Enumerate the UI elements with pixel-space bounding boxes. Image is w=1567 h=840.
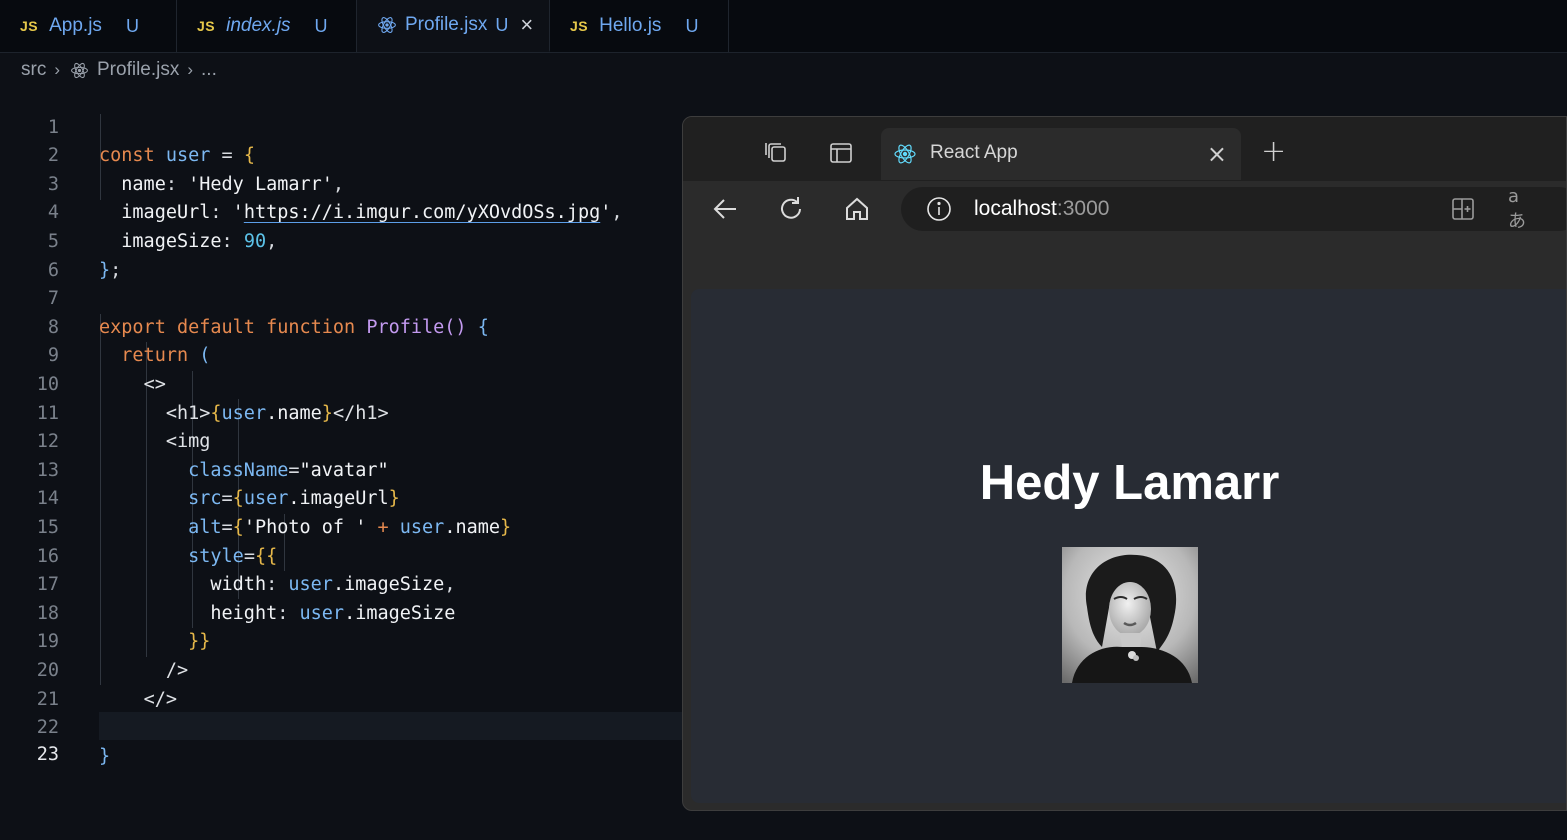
code-line: 12 className="avatar" xyxy=(0,400,682,481)
breadcrumb-file[interactable]: Profile.jsx xyxy=(97,59,179,81)
breadcrumb-more[interactable]: ... xyxy=(201,59,217,81)
page-heading: Hedy Lamarr xyxy=(979,456,1280,510)
code-line: 14 alt={'Photo of ' + user.name} xyxy=(0,457,682,538)
address-port: :3000 xyxy=(1056,197,1110,220)
new-tab-button[interactable]: + xyxy=(1261,137,1286,167)
browser-tab-strip: React App × + xyxy=(683,117,1566,181)
breadcrumb-folder[interactable]: src xyxy=(21,59,46,81)
browser-tab-title: React App xyxy=(930,142,1018,163)
page-viewport: Hedy Lamarr xyxy=(691,289,1566,803)
home-icon[interactable] xyxy=(843,195,871,223)
info-icon[interactable] xyxy=(925,195,953,223)
app-available-icon[interactable] xyxy=(1449,195,1477,223)
editor-tab-bar: JS App.js U JS index.js U Profile.jsx U … xyxy=(0,0,1567,53)
tab-label: Profile.jsx xyxy=(405,14,488,35)
react-favicon-icon xyxy=(894,144,916,164)
code-line: 22 } xyxy=(0,686,682,767)
code-line: 16 width: user.imageSize, xyxy=(0,514,682,596)
code-line: 4 imageSize: 90, xyxy=(0,171,682,252)
code-line: 19 /> xyxy=(0,600,682,681)
chevron-right-icon: › xyxy=(54,60,60,79)
tab-label: Hello.js xyxy=(599,15,662,36)
code-line: 7 export default function Profile() { xyxy=(0,257,682,338)
code-line: 11 <img xyxy=(0,371,682,453)
code-line: 6 xyxy=(0,228,682,281)
close-icon[interactable]: × xyxy=(1207,140,1227,168)
translate-icon[interactable]: aあ xyxy=(1508,186,1536,232)
chevron-right-icon: › xyxy=(187,60,194,79)
code-line: 20 </> xyxy=(0,628,682,710)
workspaces-icon[interactable] xyxy=(763,139,791,167)
refresh-icon[interactable] xyxy=(777,195,805,223)
address-bar[interactable]: localhost:3000 aあ xyxy=(901,186,1566,232)
browser-toolbar: localhost:3000 aあ xyxy=(683,181,1566,237)
js-file-icon: JS xyxy=(197,18,216,34)
react-icon xyxy=(71,62,88,78)
code-line: 13 src={user.imageUrl} xyxy=(0,428,682,510)
breadcrumb: src › Profile.jsx › ... xyxy=(21,56,217,84)
code-line: 3 imageUrl: 'https://i.imgur.com/yXOvdOS… xyxy=(0,142,682,224)
close-icon[interactable]: × xyxy=(520,12,533,38)
address-text: localhost:3000 xyxy=(974,197,1109,221)
browser-tab-react-app[interactable]: React App × xyxy=(881,128,1241,180)
code-token: } xyxy=(99,745,111,767)
untracked-badge: U xyxy=(495,14,509,35)
code-editor[interactable]: 1 const user = { 2 name: 'Hedy Lamarr', … xyxy=(0,85,682,767)
tab-profile-jsx[interactable]: Profile.jsx U × xyxy=(357,0,550,52)
code-line: 8 return ( xyxy=(0,285,682,367)
js-file-icon: JS xyxy=(20,18,39,34)
code-line: 2 name: 'Hedy Lamarr', xyxy=(0,114,682,195)
code-line: 21 ); xyxy=(0,657,682,739)
avatar-image xyxy=(1062,547,1198,683)
untracked-badge: U xyxy=(685,15,699,36)
code-line: 23 xyxy=(0,712,682,765)
tab-label: App.js xyxy=(49,15,102,36)
tab-hello-js[interactable]: JS Hello.js U xyxy=(550,0,729,52)
tab-label: index.js xyxy=(226,15,291,36)
code-line: 1 const user = { xyxy=(0,85,682,167)
back-arrow-icon[interactable] xyxy=(711,195,739,223)
address-host: localhost xyxy=(974,197,1057,220)
code-line: 9 <> xyxy=(0,314,682,395)
react-icon xyxy=(378,17,396,33)
code-line: 18 }} xyxy=(0,571,682,653)
code-line: 15 style={{ xyxy=(0,485,682,567)
line-number: 23 xyxy=(36,743,59,765)
browser-window: React App × + localhost:3000 aあ Hedy Lam… xyxy=(682,116,1567,811)
code-line: 5 }; xyxy=(0,199,682,281)
js-file-icon: JS xyxy=(570,18,589,34)
vertical-tabs-icon[interactable] xyxy=(827,139,855,167)
code-line: 10 <h1>{user.name}</h1> xyxy=(0,342,682,424)
tab-app-js[interactable]: JS App.js U xyxy=(0,0,177,52)
untracked-badge: U xyxy=(125,15,139,36)
untracked-badge: U xyxy=(314,15,328,36)
tab-index-js[interactable]: JS index.js U xyxy=(177,0,357,52)
code-line: 17 height: user.imageSize xyxy=(0,543,682,624)
